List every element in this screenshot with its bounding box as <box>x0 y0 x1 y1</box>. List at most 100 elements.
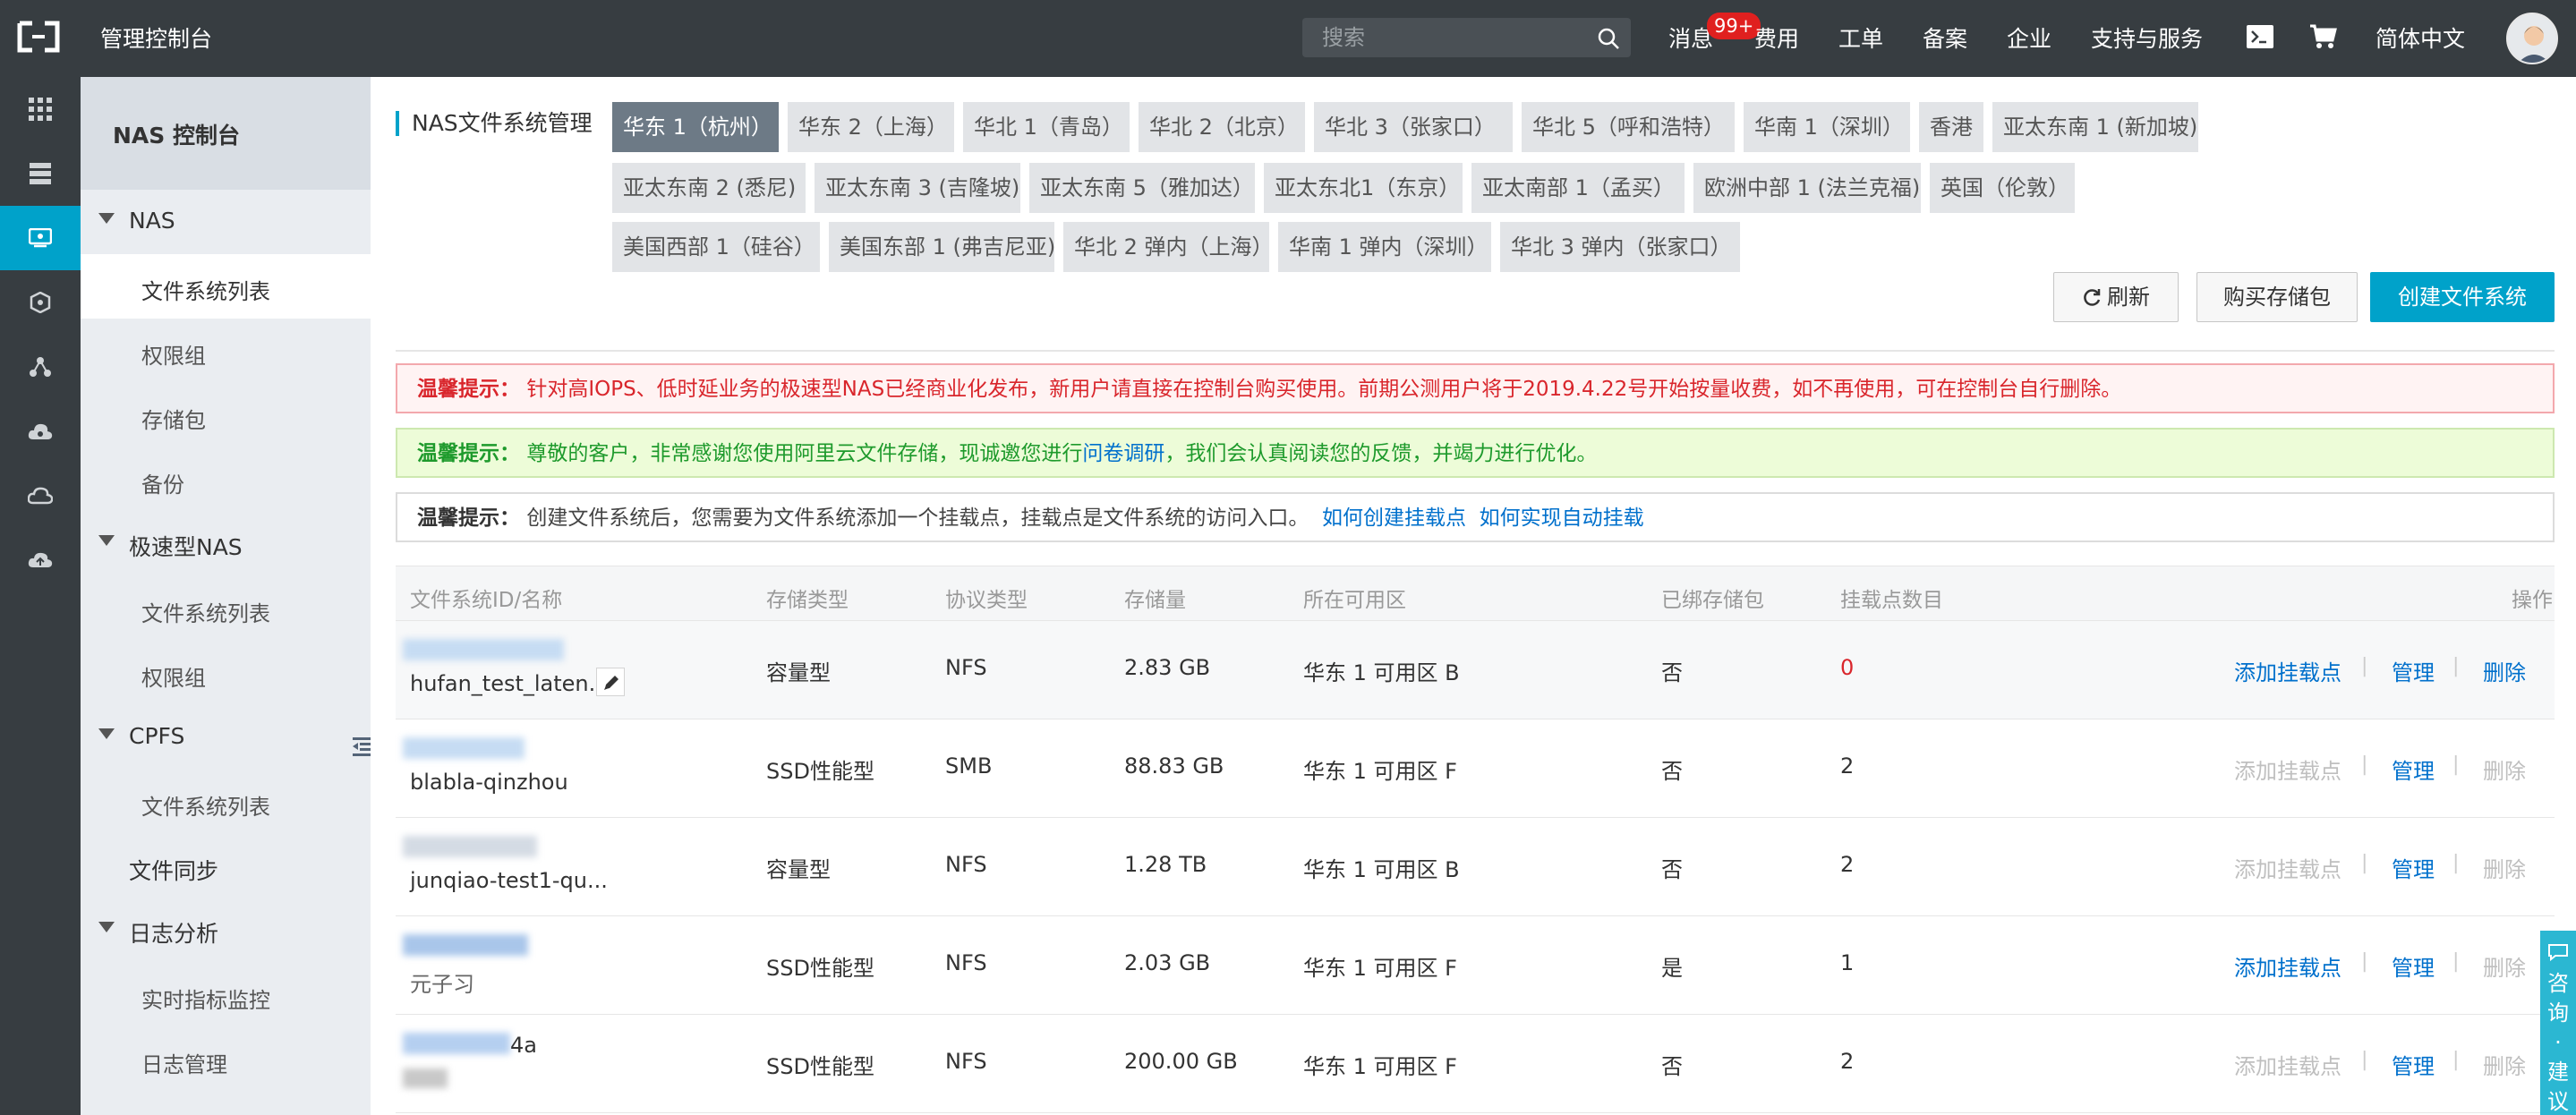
mount-count: 1 <box>1840 950 1855 975</box>
message-count-badge: 99+ <box>1707 13 1761 39</box>
table-row: hufan_test_laten... 容量型 NFS 2.83 GB 华东 1… <box>396 621 2555 719</box>
add-mount-point-link: 添加挂载点 <box>2234 1054 2341 1079</box>
sidebar-item-cpfs-filesystems[interactable]: 文件系统列表 <box>81 770 371 834</box>
sidebar-item-nas-filesystems[interactable]: 文件系统列表 <box>81 254 371 319</box>
region-tab[interactable]: 华北 2（北京） <box>1139 102 1305 152</box>
sidebar-item-extreme-filesystems[interactable]: 文件系统列表 <box>81 576 371 641</box>
filesystem-id-redacted[interactable] <box>403 737 525 759</box>
region-tab[interactable]: 华北 3（张家口） <box>1314 102 1513 152</box>
caret-down-icon <box>98 922 115 932</box>
manage-link[interactable]: 管理 <box>2392 655 2435 686</box>
terminal-icon[interactable] <box>2247 25 2273 48</box>
filesystem-id-redacted[interactable] <box>403 934 528 956</box>
region-tab[interactable]: 美国西部 1（硅谷） <box>612 222 820 272</box>
delete-link[interactable]: 删除 <box>2483 655 2526 686</box>
rail-nas[interactable] <box>0 206 81 270</box>
col-protocol: 协议类型 <box>945 589 1028 612</box>
notice-mount-point: 温馨提示： 创建文件系统后，您需要为文件系统添加一个挂载点，挂载点是文件系统的访… <box>396 492 2555 542</box>
manage-link[interactable]: 管理 <box>2392 753 2435 785</box>
sidebar-header: NAS 控制台 <box>81 77 371 190</box>
nav-enterprise[interactable]: 企业 <box>2007 21 2051 54</box>
cloud-icon <box>28 487 53 505</box>
region-tab[interactable]: 欧洲中部 1 (法兰克福) <box>1693 163 1921 213</box>
sidebar-group-log-analysis[interactable]: 日志分析 <box>81 898 371 963</box>
region-tab[interactable]: 华南 1（深圳） <box>1744 102 1910 152</box>
sidebar-group-extreme-nas[interactable]: 极速型NAS <box>81 512 371 576</box>
consult-suggest-tab[interactable]: 咨询·建议 <box>2540 931 2576 1115</box>
nav-billing[interactable]: 费用 <box>1754 21 1799 54</box>
rail-cloud-settings[interactable] <box>0 399 81 464</box>
nav-tickets[interactable]: 工单 <box>1838 21 1883 54</box>
sidebar-group-cpfs[interactable]: CPFS <box>81 705 371 770</box>
manage-link[interactable]: 管理 <box>2392 852 2435 883</box>
avatar-icon <box>2508 14 2556 63</box>
manage-link[interactable]: 管理 <box>2392 950 2435 982</box>
region-tab[interactable]: 华南 1 弹内（深圳） <box>1278 222 1491 272</box>
region-tab[interactable]: 亚太东北1（东京） <box>1264 163 1463 213</box>
region-tab[interactable]: 亚太南部 1（孟买） <box>1471 163 1685 213</box>
console-title[interactable]: 管理控制台 <box>100 21 212 54</box>
rail-products[interactable] <box>0 77 81 141</box>
filesystem-id-redacted[interactable] <box>403 639 564 660</box>
region-tab[interactable]: 华北 5（呼和浩特） <box>1522 102 1735 152</box>
add-mount-point-link: 添加挂载点 <box>2234 857 2341 882</box>
filesystem-id-fragment[interactable]: 4a <box>510 1033 537 1058</box>
refresh-button[interactable]: 刷新 <box>2053 272 2179 322</box>
buy-storage-package-button[interactable]: 购买存储包 <box>2196 272 2358 322</box>
rail-cloud[interactable] <box>0 464 81 528</box>
filesystem-id-redacted[interactable] <box>403 1033 510 1054</box>
sidebar-item-nas-permission-groups[interactable]: 权限组 <box>81 319 371 383</box>
sidebar: NAS 控制台 NAS 文件系统列表 权限组 存储包 备份 极速型NAS 文件系… <box>81 77 371 1115</box>
manage-link[interactable]: 管理 <box>2392 1049 2435 1080</box>
search-box <box>1302 18 1631 57</box>
nav-icp[interactable]: 备案 <box>1923 21 1967 54</box>
col-id-name: 文件系统ID/名称 <box>410 589 563 612</box>
sidebar-collapse-toggle[interactable] <box>349 716 372 779</box>
search-input[interactable] <box>1302 18 1584 57</box>
edit-name-button[interactable] <box>596 668 625 696</box>
survey-link[interactable]: 问卷调研 <box>1082 442 1164 465</box>
filesystem-name: hufan_test_laten... <box>410 671 610 696</box>
rail-network[interactable] <box>0 335 81 399</box>
sidebar-item-storage-packages[interactable]: 存储包 <box>81 383 371 447</box>
table-row: junqiao-test1-qu... 容量型 NFS 1.28 TB 华东 1… <box>396 818 2555 916</box>
region-tab[interactable]: 亚太东南 5（雅加达） <box>1029 163 1255 213</box>
region-tab[interactable]: 美国东部 1 (弗吉尼亚) <box>829 222 1055 272</box>
sidebar-group-nas[interactable]: NAS <box>81 190 371 254</box>
how-to-automount-link[interactable]: 如何实现自动挂载 <box>1480 506 1644 530</box>
rail-cube[interactable] <box>0 270 81 335</box>
region-tab[interactable]: 亚太东南 3 (吉隆坡) <box>815 163 1020 213</box>
region-tab[interactable]: 华北 1（青岛） <box>963 102 1130 152</box>
filesystem-name: blabla-qinzhou <box>410 770 568 795</box>
rail-server[interactable] <box>0 141 81 206</box>
region-tab[interactable]: 华东 2（上海） <box>788 102 954 152</box>
region-tab[interactable]: 华北 2 弹内（上海） <box>1063 222 1274 272</box>
grid-icon <box>29 98 52 121</box>
aliyun-logo-icon[interactable] <box>16 20 61 54</box>
sidebar-item-extreme-permission-groups[interactable]: 权限组 <box>81 641 371 705</box>
language-selector[interactable]: 简体中文 <box>2376 21 2465 54</box>
sidebar-item-realtime-metrics[interactable]: 实时指标监控 <box>81 963 371 1027</box>
rail-cloud-upload[interactable] <box>0 528 81 592</box>
region-tab[interactable]: 亚太东南 2 (悉尼) <box>612 163 806 213</box>
nav-support[interactable]: 支持与服务 <box>2091 21 2203 54</box>
region-tab[interactable]: 香港 <box>1919 102 1983 152</box>
sidebar-item-backup[interactable]: 备份 <box>81 447 371 512</box>
search-icon[interactable] <box>1597 27 1620 50</box>
create-filesystem-button[interactable]: 创建文件系统 <box>2370 272 2555 322</box>
add-mount-point-link[interactable]: 添加挂载点 <box>2234 950 2341 982</box>
filesystem-id-redacted[interactable] <box>403 836 537 857</box>
region-tab[interactable]: 华东 1（杭州） <box>612 102 779 152</box>
region-tab[interactable]: 华北 3 弹内（张家口） <box>1500 222 1740 272</box>
delete-link: 删除 <box>2483 759 2526 784</box>
cart-icon[interactable] <box>2309 23 2338 50</box>
user-avatar[interactable] <box>2506 13 2558 64</box>
how-to-create-mount-link[interactable]: 如何创建挂载点 <box>1322 506 1466 530</box>
sidebar-item-log-management[interactable]: 日志管理 <box>81 1027 371 1092</box>
add-mount-point-link[interactable]: 添加挂载点 <box>2234 655 2341 686</box>
delete-link: 删除 <box>2483 1054 2526 1079</box>
region-tab[interactable]: 英国（伦敦） <box>1930 163 2075 213</box>
region-tab[interactable]: 亚太东南 1 (新加坡) <box>1992 102 2198 152</box>
caret-down-icon <box>98 213 115 224</box>
sidebar-item-file-sync[interactable]: 文件同步 <box>81 834 371 898</box>
